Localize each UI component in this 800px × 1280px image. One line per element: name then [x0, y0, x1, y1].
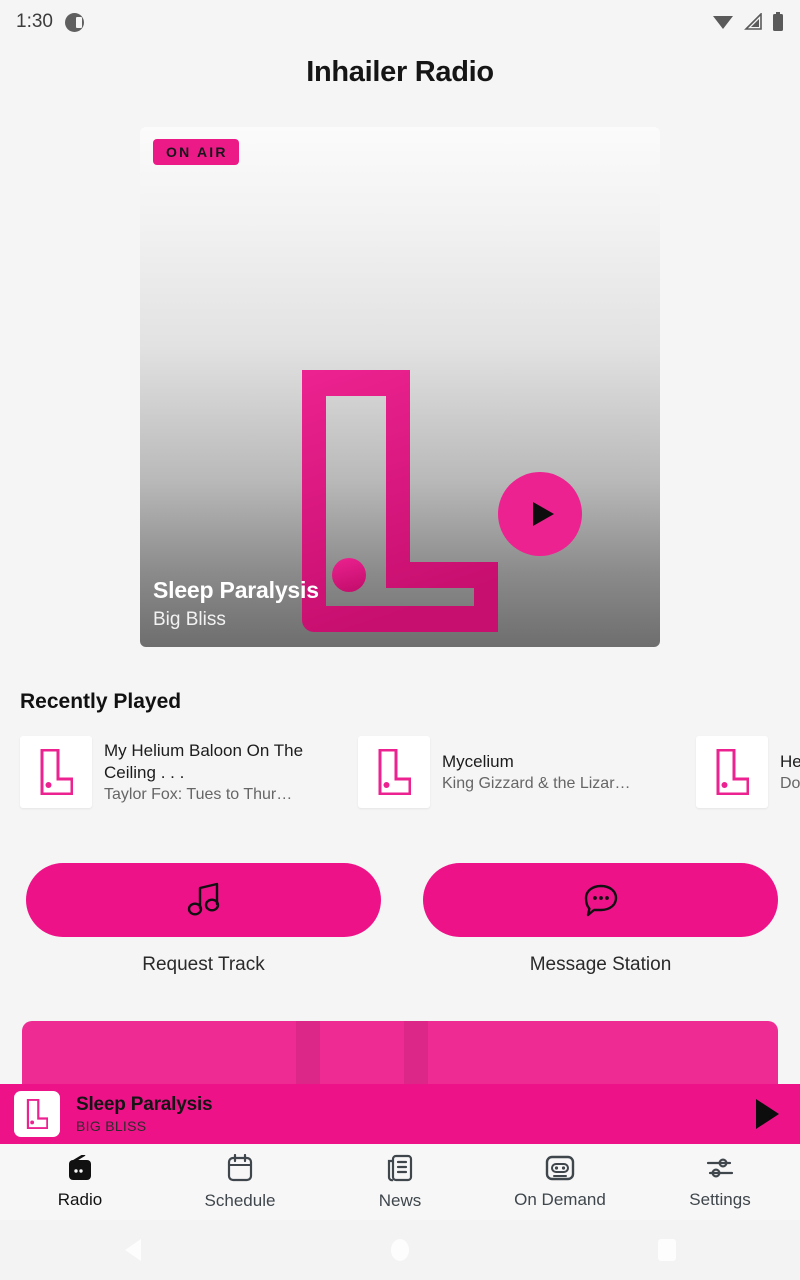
track-thumbnail [358, 736, 430, 808]
page-title: Inhailer Radio [306, 56, 494, 88]
request-track-label: Request Track [142, 954, 265, 975]
hero-track-title: Sleep Paralysis [153, 577, 319, 603]
hero-track-artist: Big Bliss [153, 609, 226, 630]
app-screen: 1:30 Inhailer Radio ON AIR Sleep Paralys… [0, 0, 800, 1280]
track-subtitle: Taylor Fox: Tues to Thur… [104, 785, 293, 803]
nav-label-schedule: Schedule [204, 1190, 276, 1210]
recents-icon[interactable] [587, 1237, 747, 1263]
nav-label-settings: Settings [689, 1189, 751, 1209]
now-playing-bar[interactable]: Sleep Paralysis BIG BLISS [0, 1084, 800, 1144]
newspaper-icon [387, 1154, 413, 1181]
nav-label-radio: Radio [57, 1189, 103, 1209]
inhailer-l-logo-small [40, 749, 73, 795]
nav-item-on-demand[interactable]: On Demand [480, 1144, 640, 1220]
track-title: Mycelium [442, 752, 514, 772]
track-title: He [780, 752, 800, 772]
track-subtitle: King Gizzard & the Lizar… [442, 774, 631, 792]
nav-item-settings[interactable]: Settings [640, 1144, 800, 1220]
inhailer-l-logo-small [716, 749, 749, 795]
list-item[interactable]: My Helium Baloon On The Ceiling . . . Ta… [0, 733, 338, 811]
inhailer-l-logo [302, 370, 498, 637]
now-playing-artist: BIG BLISS [76, 1118, 147, 1134]
list-item[interactable]: Mycelium King Gizzard & the Lizar… [338, 733, 676, 811]
track-text: He Do [780, 751, 800, 793]
track-subtitle: Do [780, 774, 800, 792]
calendar-icon [227, 1153, 253, 1181]
nav-label-news: News [378, 1190, 422, 1210]
back-icon[interactable] [53, 1237, 213, 1263]
on-air-badge: ON AIR [153, 139, 239, 165]
message-station-label: Message Station [529, 954, 672, 975]
request-track-button[interactable] [26, 863, 381, 937]
now-playing-hero-card[interactable]: ON AIR Sleep Paralysis Big Bliss [140, 127, 660, 647]
inhailer-l-logo-small [378, 749, 411, 795]
track-text: My Helium Baloon On The Ceiling . . . Ta… [104, 740, 338, 804]
nav-label-on-demand: On Demand [514, 1189, 606, 1209]
sliders-icon [706, 1157, 734, 1178]
quick-actions: Request Track Message Station [0, 863, 800, 976]
cellular-signal-icon [744, 13, 762, 30]
recently-played-heading: Recently Played [20, 690, 182, 713]
hero-track-meta: Sleep Paralysis Big Bliss [153, 577, 319, 631]
now-playing-title: Sleep Paralysis [76, 1094, 213, 1115]
now-playing-play-button[interactable] [752, 1097, 782, 1131]
list-item[interactable]: He Do [676, 733, 800, 811]
music-note-icon [187, 882, 219, 916]
battery-icon [773, 12, 783, 31]
track-text: Mycelium King Gizzard & the Lizar… [442, 751, 631, 793]
recently-played-list[interactable]: My Helium Baloon On The Ceiling . . . Ta… [0, 733, 800, 811]
radio-icon [69, 1154, 91, 1180]
android-system-nav [0, 1220, 800, 1280]
bottom-navigation: Radio Schedule News On Demand Settings [0, 1144, 800, 1220]
now-playing-thumbnail [14, 1091, 60, 1137]
now-playing-text: Sleep Paralysis BIG BLISS [76, 1094, 752, 1134]
message-station-button[interactable] [423, 863, 778, 937]
status-bar-left: 1:30 [16, 11, 84, 33]
nav-item-radio[interactable]: Radio [0, 1144, 160, 1220]
track-thumbnail [20, 736, 92, 808]
home-icon[interactable] [320, 1237, 480, 1263]
play-icon [756, 1099, 779, 1129]
contrast-circle-icon [64, 12, 84, 32]
nav-item-news[interactable]: News [320, 1144, 480, 1220]
message-station-action: Message Station [402, 863, 800, 976]
status-bar: 1:30 [0, 0, 800, 44]
status-bar-right [712, 12, 784, 32]
request-track-action: Request Track [0, 863, 402, 976]
nav-item-schedule[interactable]: Schedule [160, 1144, 320, 1220]
wifi-icon [713, 16, 733, 29]
track-thumbnail [696, 736, 768, 808]
inhailer-l-logo-small [26, 1099, 48, 1129]
hero-play-button[interactable] [498, 472, 582, 561]
chat-bubble-icon [584, 884, 617, 917]
play-icon [498, 472, 582, 556]
status-bar-clock: 1:30 [16, 11, 53, 32]
track-title: My Helium Baloon On The Ceiling . . . [104, 741, 304, 782]
cassette-icon [545, 1155, 575, 1180]
